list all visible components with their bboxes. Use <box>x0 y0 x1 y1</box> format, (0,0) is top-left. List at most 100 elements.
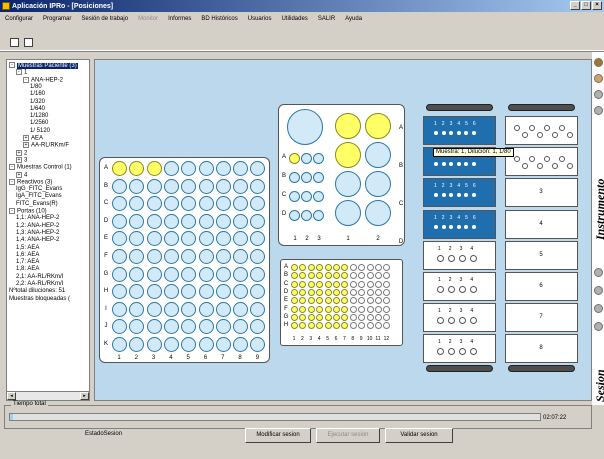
microplate-well[interactable] <box>375 288 382 296</box>
microplate-well[interactable] <box>383 288 391 296</box>
slide-well[interactable] <box>434 162 438 167</box>
tree-node[interactable]: 1/2560 <box>30 120 48 127</box>
slide-well[interactable] <box>464 193 468 198</box>
slide-well[interactable] <box>448 254 455 262</box>
slide-well[interactable] <box>559 125 565 131</box>
sample-well[interactable] <box>215 196 231 212</box>
sample-well[interactable] <box>112 213 127 229</box>
slide-well[interactable] <box>529 156 535 163</box>
sample-well[interactable] <box>215 337 231 352</box>
slide-well[interactable] <box>448 286 455 293</box>
sample-well[interactable] <box>198 161 214 176</box>
expand-icon[interactable]: + <box>16 171 22 178</box>
sample-well[interactable] <box>129 213 145 229</box>
reagent-large-well[interactable] <box>287 109 323 145</box>
slide-well[interactable] <box>437 254 444 262</box>
sample-well[interactable] <box>233 284 249 300</box>
slide-well[interactable] <box>529 125 535 131</box>
tree-node[interactable]: 1,2: ANA-HEP-2 <box>16 223 59 230</box>
menu-7[interactable]: Utilidades <box>276 16 312 22</box>
expand-icon[interactable]: + <box>23 142 29 149</box>
sample-well[interactable] <box>215 249 231 264</box>
slide-well[interactable] <box>456 224 461 229</box>
slide-well[interactable] <box>441 193 446 198</box>
sample-well[interactable] <box>146 301 162 317</box>
microplate-well[interactable] <box>349 288 357 296</box>
microplate-well[interactable] <box>349 305 357 313</box>
slide-well[interactable] <box>459 254 466 262</box>
microplate-well[interactable] <box>316 272 324 280</box>
reagent-big-well[interactable] <box>335 200 361 226</box>
microplate-well[interactable] <box>366 313 374 321</box>
microplate-well[interactable] <box>316 264 324 271</box>
sample-well[interactable] <box>215 161 231 176</box>
microplate-well[interactable] <box>299 280 307 288</box>
sample-well[interactable] <box>129 196 145 212</box>
reagent-big-well[interactable] <box>335 142 361 168</box>
microplate-well[interactable] <box>341 280 349 288</box>
settings-icon[interactable] <box>594 106 603 115</box>
slide-well[interactable] <box>551 132 558 138</box>
microplate-well[interactable] <box>341 272 349 280</box>
microplate-well[interactable] <box>299 305 307 313</box>
microplate-well[interactable] <box>291 322 298 330</box>
sample-well[interactable] <box>112 196 127 212</box>
slide-empty[interactable]: 5 <box>505 240 578 270</box>
microplate-well[interactable] <box>358 280 366 288</box>
microplate-well[interactable] <box>316 288 324 296</box>
slide-well[interactable] <box>448 348 455 356</box>
sample-well[interactable] <box>163 196 179 212</box>
microplate-well[interactable] <box>299 322 307 330</box>
sample-well[interactable] <box>198 284 214 300</box>
sample-well[interactable] <box>146 319 162 335</box>
microplate-well[interactable] <box>341 264 349 271</box>
sample-well[interactable] <box>146 231 162 247</box>
slide-well[interactable] <box>470 348 477 356</box>
sample-well[interactable] <box>163 337 179 352</box>
microplate-well[interactable] <box>383 322 391 330</box>
menu-2[interactable]: Sesión de trabajo <box>76 16 133 22</box>
microplate-well[interactable] <box>366 288 374 296</box>
microplate-well[interactable] <box>324 297 332 305</box>
reagent-small-well[interactable] <box>301 210 312 221</box>
microplate-well[interactable] <box>333 280 340 288</box>
slide-well[interactable] <box>449 224 453 229</box>
microplate-well[interactable] <box>358 297 366 305</box>
tree-node[interactable]: 1/320 <box>30 99 45 106</box>
microplate-well[interactable] <box>333 264 340 271</box>
microplate-well[interactable] <box>375 297 382 305</box>
slide-empty[interactable]: 4 <box>505 209 578 239</box>
microplate-well[interactable] <box>324 280 332 288</box>
print-icon[interactable] <box>10 38 19 47</box>
reagent-small-well[interactable] <box>301 172 312 183</box>
microplate-well[interactable] <box>341 297 349 305</box>
slide-well[interactable] <box>551 163 558 170</box>
sample-well[interactable] <box>163 266 179 282</box>
menu-1[interactable]: Programar <box>38 16 76 22</box>
slide-well[interactable] <box>437 348 444 356</box>
sample-well[interactable] <box>146 161 162 176</box>
slide-blue[interactable]: 123456 <box>423 209 496 239</box>
slide-well[interactable] <box>449 131 453 135</box>
tool-icon[interactable] <box>594 90 603 99</box>
sample-well[interactable] <box>250 337 266 352</box>
collapse-icon[interactable]: - <box>9 208 15 214</box>
slide-well[interactable] <box>521 132 528 138</box>
session-tree[interactable]: - Muestras Paciente (3) -1- ANA-HEP-2 1/80 1/… <box>6 59 90 401</box>
sample-well[interactable] <box>181 249 197 264</box>
microplate-well[interactable] <box>316 305 324 313</box>
microplate-well[interactable] <box>333 305 340 313</box>
microplate-well[interactable] <box>358 288 366 296</box>
sample-well[interactable] <box>163 213 179 229</box>
sample-well[interactable] <box>215 231 231 247</box>
microplate-well[interactable] <box>366 280 374 288</box>
sample-well[interactable] <box>250 301 266 317</box>
slide-well[interactable] <box>456 162 461 167</box>
slide-well[interactable] <box>437 286 444 293</box>
sample-well[interactable] <box>181 284 197 300</box>
reagent-small-well[interactable] <box>289 191 300 202</box>
microplate-well[interactable] <box>383 272 391 280</box>
modify-session-button[interactable]: Modificar sesion <box>245 428 311 443</box>
reagent-big-well[interactable] <box>335 171 361 197</box>
microplate-well[interactable] <box>349 313 357 321</box>
